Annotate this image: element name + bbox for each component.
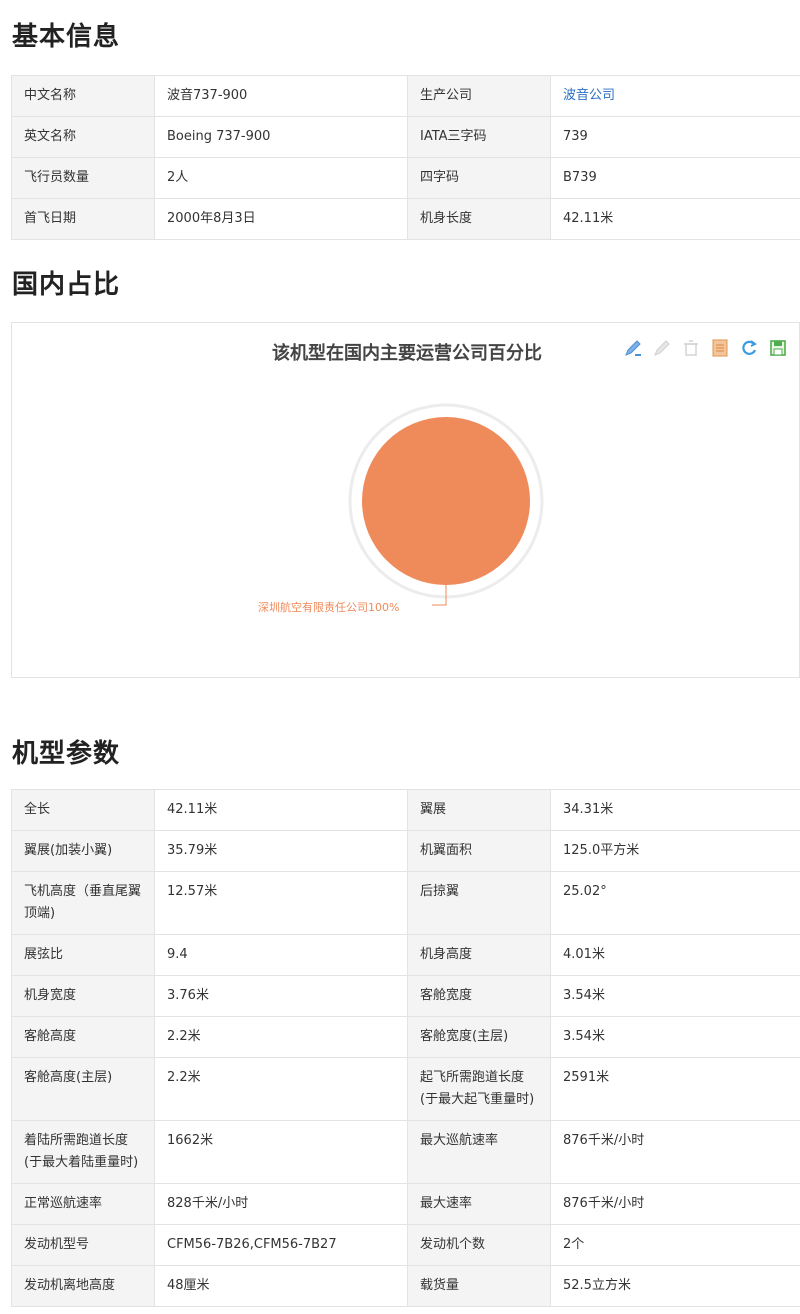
value-cell: 876千米/小时 xyxy=(550,1183,800,1225)
value-cell: 2个 xyxy=(550,1224,800,1266)
key-cell: 机翼面积 xyxy=(407,830,551,872)
key-cell: 载货量 xyxy=(407,1265,551,1307)
key-cell: 客舱宽度 xyxy=(407,975,551,1017)
value-cell: 52.5立方米 xyxy=(550,1265,800,1307)
key-cell: 正常巡航速率 xyxy=(11,1183,155,1225)
key-cell: 发动机个数 xyxy=(407,1224,551,1266)
key-cell: 展弦比 xyxy=(11,934,155,976)
key-cell: 发动机型号 xyxy=(11,1224,155,1266)
value-cell: 12.57米 xyxy=(154,871,408,935)
table-row: 飞行员数量 2人 四字码 B739 xyxy=(11,157,800,199)
key-cell: 机身高度 xyxy=(407,934,551,976)
key-cell: 首飞日期 xyxy=(11,198,155,240)
table-row: 发动机离地高度 48厘米 载货量 52.5立方米 xyxy=(11,1265,800,1307)
table-row: 展弦比 9.4 机身高度 4.01米 xyxy=(11,934,800,976)
table-row: 正常巡航速率 828千米/小时 最大速率 876千米/小时 xyxy=(11,1183,800,1225)
key-cell: 英文名称 xyxy=(11,116,155,158)
value-cell: 2.2米 xyxy=(154,1016,408,1058)
value-cell: 42.11米 xyxy=(154,789,408,831)
key-cell: 客舱高度(主层) xyxy=(11,1057,155,1121)
table-row: 中文名称 波音737-900 生产公司 波音公司 xyxy=(11,75,800,117)
value-cell: 739 xyxy=(550,116,800,158)
value-cell: 828千米/小时 xyxy=(154,1183,408,1225)
pie-chart xyxy=(348,403,544,606)
manufacturer-link[interactable]: 波音公司 xyxy=(563,88,615,103)
table-row: 飞机高度（垂直尾翼顶端) 12.57米 后掠翼 25.02° xyxy=(11,871,800,935)
value-cell: 125.0平方米 xyxy=(550,830,800,872)
table-row: 机身宽度 3.76米 客舱宽度 3.54米 xyxy=(11,975,800,1017)
value-cell: 波音737-900 xyxy=(154,75,408,117)
params-title: 机型参数 xyxy=(12,739,121,769)
key-cell: 最大巡航速率 xyxy=(407,1120,551,1184)
value-cell: 9.4 xyxy=(154,934,408,976)
key-cell: 起飞所需跑道长度(于最大起飞重量时) xyxy=(407,1057,551,1121)
value-cell: 波音公司 xyxy=(550,75,800,117)
key-cell: 机身宽度 xyxy=(11,975,155,1017)
value-cell: 4.01米 xyxy=(550,934,800,976)
value-cell: CFM56-7B26,CFM56-7B27 xyxy=(154,1224,408,1266)
value-cell: B739 xyxy=(550,157,800,199)
table-row: 首飞日期 2000年8月3日 机身长度 42.11米 xyxy=(11,198,800,240)
value-cell: 3.54米 xyxy=(550,975,800,1017)
value-cell: 2591米 xyxy=(550,1057,800,1121)
key-cell: 飞机高度（垂直尾翼顶端) xyxy=(11,871,155,935)
pie-label-line xyxy=(432,583,447,606)
value-cell: 42.11米 xyxy=(550,198,800,240)
table-row: 着陆所需跑道长度(于最大着陆重量时) 1662米 最大巡航速率 876千米/小时 xyxy=(11,1120,800,1184)
table-row: 发动机型号 CFM56-7B26,CFM56-7B27 发动机个数 2个 xyxy=(11,1224,800,1266)
key-cell: 中文名称 xyxy=(11,75,155,117)
key-cell: 机身长度 xyxy=(407,198,551,240)
value-cell: 3.76米 xyxy=(154,975,408,1017)
table-row: 翼展(加装小翼) 35.79米 机翼面积 125.0平方米 xyxy=(11,830,800,872)
key-cell: 翼展(加装小翼) xyxy=(11,830,155,872)
value-cell: 35.79米 xyxy=(154,830,408,872)
value-cell: 3.54米 xyxy=(550,1016,800,1058)
table-row: 英文名称 Boeing 737-900 IATA三字码 739 xyxy=(11,116,800,158)
value-cell: 2人 xyxy=(154,157,408,199)
key-cell: 最大速率 xyxy=(407,1183,551,1225)
pie-slice[interactable] xyxy=(362,417,530,585)
key-cell: 发动机离地高度 xyxy=(11,1265,155,1307)
value-cell: 1662米 xyxy=(154,1120,408,1184)
pie-slice-label: 深圳航空有限责任公司100% xyxy=(258,601,400,614)
value-cell: Boeing 737-900 xyxy=(154,116,408,158)
key-cell: 全长 xyxy=(11,789,155,831)
basic-info-table: 中文名称 波音737-900 生产公司 波音公司 英文名称 Boeing 737… xyxy=(11,75,800,240)
basic-info-title: 基本信息 xyxy=(12,22,121,52)
key-cell: 客舱宽度(主层) xyxy=(407,1016,551,1058)
value-cell: 25.02° xyxy=(550,871,800,935)
pie-slices xyxy=(362,417,530,585)
key-cell: 客舱高度 xyxy=(11,1016,155,1058)
params-table: 全长 42.11米 翼展 34.31米 翼展(加装小翼) 35.79米 机翼面积 125.0平… xyxy=(11,789,800,1307)
table-row: 客舱高度 2.2米 客舱宽度(主层) 3.54米 xyxy=(11,1016,800,1058)
key-cell: 生产公司 xyxy=(407,75,551,117)
share-title: 国内占比 xyxy=(12,270,121,300)
table-row: 客舱高度(主层) 2.2米 起飞所需跑道长度(于最大起飞重量时) 2591米 xyxy=(11,1057,800,1121)
key-cell: IATA三字码 xyxy=(407,116,551,158)
key-cell: 翼展 xyxy=(407,789,551,831)
page: 基本信息 中文名称 波音737-900 生产公司 波音公司 英文名称 Boein… xyxy=(0,0,800,1314)
value-cell: 48厘米 xyxy=(154,1265,408,1307)
table-row: 全长 42.11米 翼展 34.31米 xyxy=(11,789,800,831)
value-cell: 876千米/小时 xyxy=(550,1120,800,1184)
value-cell: 34.31米 xyxy=(550,789,800,831)
key-cell: 四字码 xyxy=(407,157,551,199)
key-cell: 着陆所需跑道长度(于最大着陆重量时) xyxy=(11,1120,155,1184)
value-cell: 2.2米 xyxy=(154,1057,408,1121)
value-cell: 2000年8月3日 xyxy=(154,198,408,240)
pie-chart-panel: 该机型在国内主要运营公司百分比 深圳航空有限责任公司100% xyxy=(11,322,800,678)
key-cell: 后掠翼 xyxy=(407,871,551,935)
key-cell: 飞行员数量 xyxy=(11,157,155,199)
